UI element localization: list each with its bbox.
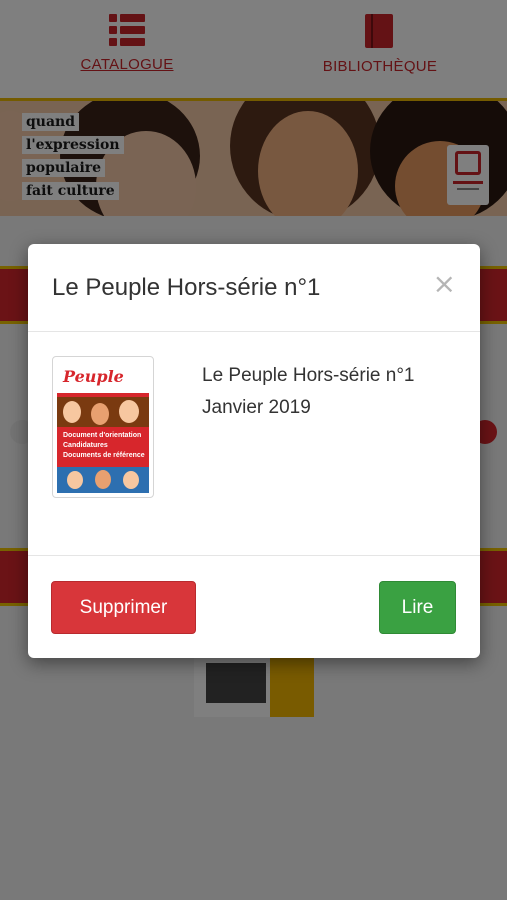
cover-image: Peuple Document d'orientation Candidatur…	[57, 361, 149, 493]
modal-title: Le Peuple Hors-série n°1	[52, 274, 321, 301]
cover-logo: Peuple	[63, 367, 124, 386]
delete-button[interactable]: Supprimer	[51, 581, 196, 634]
modal-body: Peuple Document d'orientation Candidatur…	[28, 332, 480, 556]
publication-modal: Le Peuple Hors-série n°1 × Peuple Docume…	[28, 244, 480, 658]
cover-line: Document d'orientation	[63, 432, 142, 439]
cover-line: Candidatures	[63, 442, 108, 449]
cover-line: Documents de référence	[63, 452, 145, 459]
read-button[interactable]: Lire	[379, 581, 456, 634]
publication-date: Janvier 2019	[202, 397, 311, 418]
close-icon[interactable]: ×	[433, 270, 456, 298]
modal-header: Le Peuple Hors-série n°1 ×	[28, 244, 480, 332]
publication-info: Le Peuple Hors-série n°1 Janvier 2019	[202, 360, 415, 424]
publication-cover[interactable]: Peuple Document d'orientation Candidatur…	[52, 356, 154, 498]
publication-name: Le Peuple Hors-série n°1	[202, 365, 415, 386]
